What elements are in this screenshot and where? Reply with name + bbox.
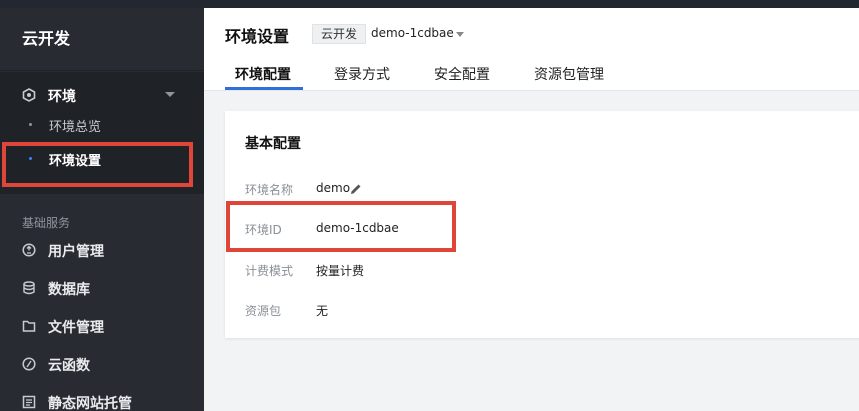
tab-security-config[interactable]: 安全配置 <box>434 64 490 84</box>
sidebar-item-file-manage[interactable]: 文件管理 <box>0 311 204 341</box>
field-label-resource-pack: 资源包 <box>245 304 282 318</box>
sidebar-item-label: 用户管理 <box>48 244 104 260</box>
user-manage-icon <box>22 243 36 257</box>
caret-down-icon[interactable] <box>456 32 464 37</box>
sidebar-item-cloud-function[interactable]: 云函数 <box>0 349 204 379</box>
folder-icon <box>22 320 36 332</box>
card-title: 基本配置 <box>245 136 301 152</box>
page-header: 环境设置 云开发 demo-1cdbae 环境配置 登录方式 安全配置 资源包管… <box>204 8 859 91</box>
tab-login-methods[interactable]: 登录方式 <box>334 64 390 84</box>
sidebar-item-label: 数据库 <box>48 282 90 298</box>
sidebar-item-user-manage[interactable]: 用户管理 <box>0 235 204 265</box>
highlight-box <box>2 142 193 187</box>
caret-down-icon[interactable] <box>165 92 175 97</box>
static-site-icon <box>22 395 36 409</box>
sidebar-item-label: 静态网站托管 <box>48 396 132 411</box>
sidebar-item-label: 云函数 <box>48 358 90 374</box>
bullet-icon <box>29 123 32 126</box>
tab-env-config[interactable]: 环境配置 <box>235 64 291 84</box>
hexagon-icon <box>22 88 36 102</box>
sidebar: 云开发 环境 环境总览 环境设置 基础服务 用户管理 数据库 文件管理 云函数 … <box>0 8 204 411</box>
sidebar-item-static-site[interactable]: 静态网站托管 <box>0 387 204 411</box>
divider <box>0 70 204 71</box>
env-tag: 云开发 <box>312 24 367 44</box>
active-tab-indicator <box>225 87 303 90</box>
edit-pencil-icon[interactable] <box>350 183 362 195</box>
tab-resource-pack[interactable]: 资源包管理 <box>534 64 604 84</box>
sidebar-item-label: 文件管理 <box>48 320 104 336</box>
field-value-resource-pack: 无 <box>316 304 329 318</box>
field-label-billing: 计费模式 <box>245 264 294 278</box>
brand-title: 云开发 <box>22 29 71 48</box>
field-value-env-name: demo <box>316 181 351 195</box>
field-value-billing: 按量计费 <box>316 264 365 278</box>
env-select[interactable]: demo-1cdbae <box>371 26 454 40</box>
page-title: 环境设置 <box>225 27 290 46</box>
sidebar-item-label: 环境总览 <box>49 120 102 135</box>
section-label: 基础服务 <box>22 216 71 230</box>
sidebar-item-env[interactable]: 环境 <box>0 78 204 112</box>
sidebar-item-label: 环境 <box>48 89 76 105</box>
highlight-box <box>226 201 456 252</box>
field-label-env-name: 环境名称 <box>245 183 294 197</box>
sidebar-item-env-overview[interactable]: 环境总览 <box>0 110 204 140</box>
sidebar-item-database[interactable]: 数据库 <box>0 273 204 303</box>
top-bar <box>0 0 859 8</box>
database-icon <box>23 281 35 295</box>
function-icon <box>22 357 36 371</box>
